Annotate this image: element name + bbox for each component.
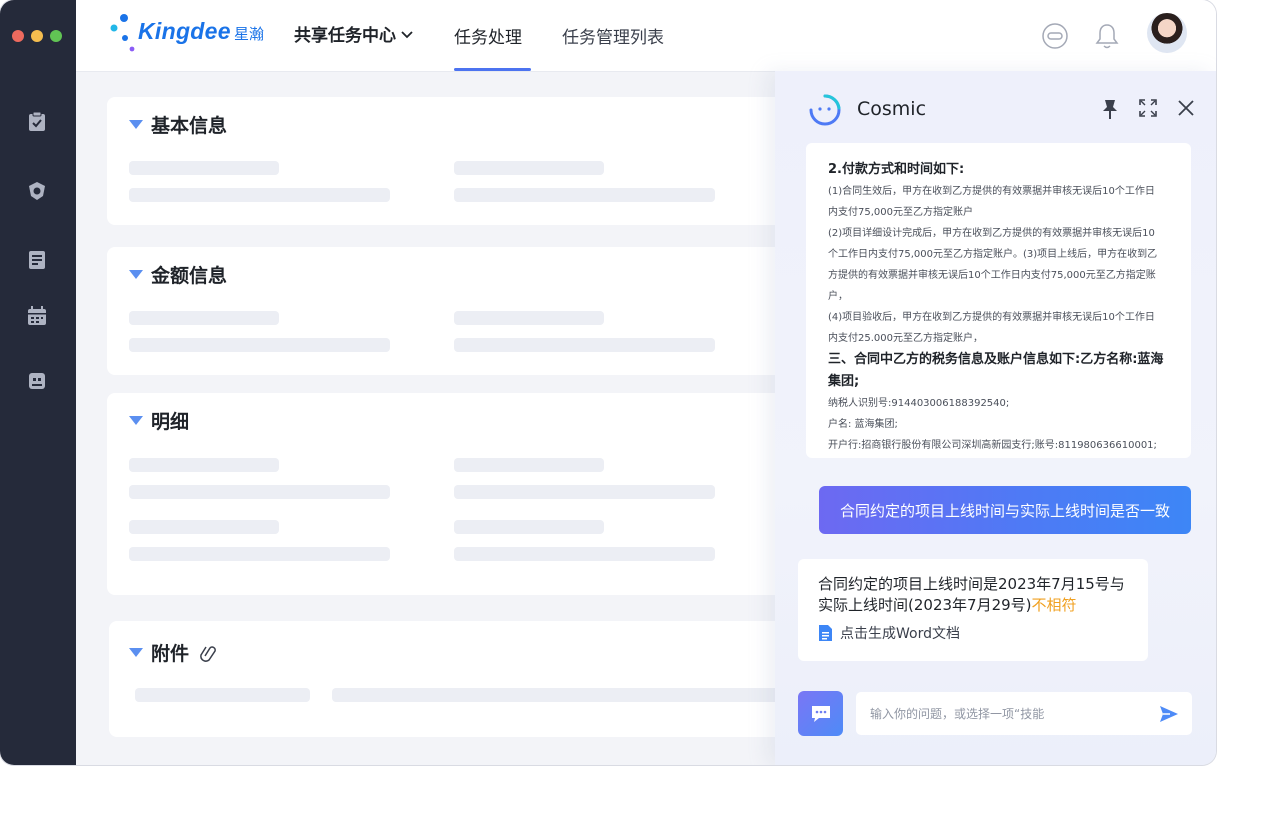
collapse-triangle-icon: [129, 416, 143, 425]
question-input[interactable]: [856, 692, 1192, 735]
document-icon[interactable]: [26, 249, 48, 271]
mismatch-highlight: 不相符: [1031, 596, 1077, 614]
section-details: 明细: [107, 393, 807, 595]
contract-line: (1)合同生效后，甲方在收到乙方提供的有效票据并审核无误后10个工作日: [828, 186, 1155, 197]
section-basic-info: 基本信息: [107, 97, 807, 225]
section-title[interactable]: 基本信息: [129, 111, 227, 138]
collapse-triangle-icon: [129, 270, 143, 279]
clipboard-check-icon[interactable]: [26, 111, 48, 133]
calendar-icon[interactable]: [26, 305, 48, 327]
contract-line: 内支付25.000元至乙方指定账户，: [828, 333, 983, 344]
contract-line: (2)项目详细设计完成后，甲方在收到乙方提供的有效票据并审核无误后10: [828, 228, 1155, 239]
tab-task-processing[interactable]: 任务处理: [454, 23, 522, 48]
link-icon[interactable]: [197, 642, 217, 664]
skeleton-line: [129, 458, 279, 472]
section-title[interactable]: 明细: [129, 407, 189, 434]
pin-icon[interactable]: [1100, 98, 1120, 120]
cosmic-assistant-panel: Cosmic 2.付款方式和时间如下: (1)合同生效后，甲方在收到乙方提供的有效…: [775, 71, 1216, 765]
app-window: Kingdee 星瀚 共享任务中心 任务处理 任务管理列表 基本信息 金额信息 …: [0, 0, 1216, 765]
skeleton-line: [129, 485, 390, 499]
section-amount-info: 金额信息: [107, 247, 807, 375]
skeleton-line: [129, 547, 390, 561]
reply-text-main: 合同约定的项目上线时间是2023年7月15号与实际上线时间(2023年7月29号…: [818, 575, 1125, 614]
section-attachments: 附件: [109, 621, 809, 737]
tab-task-management-list[interactable]: 任务管理列表: [562, 23, 664, 48]
contract-excerpt: 2.付款方式和时间如下: (1)合同生效后，甲方在收到乙方提供的有效票据并审核无误…: [806, 143, 1191, 458]
section-title[interactable]: 金额信息: [129, 261, 227, 288]
cosmic-title: Cosmic: [857, 98, 927, 120]
contract-text: 2.付款方式和时间如下: (1)合同生效后，甲方在收到乙方提供的有效票据并审核无误…: [828, 159, 1169, 458]
window-minimize-dot[interactable]: [31, 30, 43, 42]
skeleton-line: [129, 311, 279, 325]
contract-line: 户，: [828, 291, 848, 302]
skeleton-line: [129, 338, 390, 352]
assistant-reply: 合同约定的项目上线时间是2023年7月15号与实际上线时间(2023年7月29号…: [798, 559, 1148, 661]
contract-line: 纳税人识别号:914403006188392540;: [828, 398, 1010, 409]
collapse-triangle-icon: [129, 120, 143, 129]
skeleton-line: [129, 161, 279, 175]
chevron-down-icon: [401, 30, 413, 38]
task-center-menu-label: 共享任务中心: [294, 26, 396, 46]
brand-name: Kingdee: [138, 18, 231, 44]
section-title[interactable]: 附件: [129, 639, 217, 666]
capsule-icon[interactable]: [1042, 23, 1068, 49]
cosmic-logo-icon: [809, 94, 841, 126]
contract-line: 户名: 蓝海集团;: [828, 419, 898, 430]
generate-word-label: 点击生成Word文档: [840, 626, 960, 642]
skills-chat-button[interactable]: [798, 691, 843, 736]
user-message-bubble: 合同约定的项目上线时间与实际上线时间是否一致: [819, 486, 1191, 534]
contract-line: 开户行:招商银行股份有限公司深圳高新园支行;账号:811980636610001…: [828, 440, 1157, 451]
skeleton-line: [135, 688, 310, 702]
skeleton-line: [454, 520, 604, 534]
skeleton-line: [454, 485, 715, 499]
generate-word-link[interactable]: 点击生成Word文档: [818, 623, 1128, 643]
shield-icon[interactable]: [26, 180, 48, 202]
chat-bubble-icon: [811, 705, 830, 722]
contract-line: 三、合同中乙方的税务信息及账户信息如下:乙方名称:蓝海集团;: [828, 352, 1164, 389]
collapse-triangle-icon: [129, 648, 143, 657]
skeleton-line: [129, 188, 390, 202]
skeleton-line: [454, 161, 604, 175]
window-close-dot[interactable]: [12, 30, 24, 42]
close-icon[interactable]: [1177, 99, 1195, 117]
skeleton-line: [454, 458, 604, 472]
contract-line: (4)项目验收后，甲方在收到乙方提供的有效票据并审核无误后10个工作日: [828, 312, 1155, 323]
section-title-text: 金额信息: [151, 265, 228, 287]
section-title-text: 附件: [151, 643, 190, 665]
skeleton-line: [454, 547, 715, 561]
skeleton-line: [454, 311, 604, 325]
skeleton-line: [454, 338, 715, 352]
robot-icon[interactable]: [26, 370, 48, 392]
active-tab-indicator: [454, 68, 531, 71]
contract-line: 2.付款方式和时间如下:: [828, 162, 965, 177]
skeleton-line: [332, 688, 802, 702]
user-avatar[interactable]: [1147, 13, 1187, 53]
top-header: Kingdee 星瀚 共享任务中心 任务处理 任务管理列表: [76, 0, 1216, 72]
contract-line: 个工作日内支付75,000元至乙方指定账户。(3)项目上线后，甲方在收到乙: [828, 249, 1158, 260]
brand-name-cn: 星瀚: [234, 25, 265, 43]
contract-line: 方提供的有效票据并审核无误后10个工作日内支付75,000元至乙方指定账: [828, 270, 1156, 281]
bell-icon[interactable]: [1094, 22, 1120, 50]
skeleton-line: [129, 520, 279, 534]
sidebar: [0, 0, 76, 765]
skeleton-line: [454, 188, 715, 202]
window-maximize-dot[interactable]: [50, 30, 62, 42]
contract-line: 内支付75,000元至乙方指定账户: [828, 207, 973, 218]
expand-icon[interactable]: [1139, 99, 1157, 117]
word-document-icon: [819, 625, 832, 641]
reply-text: 合同约定的项目上线时间是2023年7月15号与实际上线时间(2023年7月29号…: [818, 574, 1128, 616]
section-title-text: 明细: [151, 411, 190, 433]
section-title-text: 基本信息: [151, 115, 228, 137]
contract-line: 联系电话:0755-26612299: [828, 456, 1169, 458]
task-center-menu[interactable]: 共享任务中心: [294, 21, 414, 46]
send-icon[interactable]: [1158, 703, 1180, 725]
